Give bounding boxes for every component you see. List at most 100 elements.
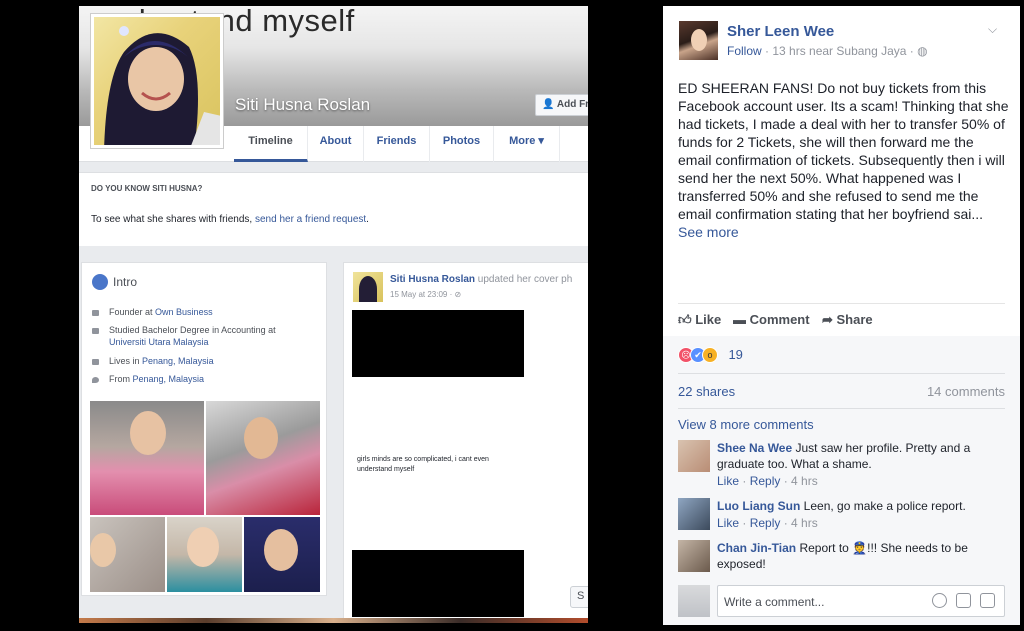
cover-preview-image[interactable]: girls minds are so complicated, i cant e… <box>352 310 524 617</box>
post-body: ED SHEERAN FANS! Do not buy tickets from… <box>678 79 1010 241</box>
home-icon <box>92 359 99 365</box>
photo-thumbnail[interactable] <box>244 517 320 592</box>
comment-icon: ▬ <box>733 312 750 327</box>
photo-thumbnail[interactable] <box>90 517 165 592</box>
know-text: To see what she shares with friends, sen… <box>91 214 369 225</box>
profile-picture[interactable] <box>91 14 223 148</box>
graduation-cap-icon <box>92 328 99 334</box>
comment-time[interactable]: · 4 hrs <box>784 474 818 488</box>
intro-studied-prefix: Studied Bachelor Degree in Accounting at <box>109 325 276 335</box>
share-label: Share <box>836 312 873 327</box>
facebook-post: Sher Leen Wee Follow · 13 hrs near Suban… <box>663 6 1020 625</box>
tab-more[interactable]: More ▾ <box>494 126 560 162</box>
view-more-comments-link[interactable]: View 8 more comments <box>678 417 814 432</box>
photo-face <box>90 533 116 567</box>
commenter-name[interactable]: Chan Jin-Tian <box>717 541 796 555</box>
intro-founder-prefix: Founder at <box>109 307 153 317</box>
shares-count[interactable]: 22 shares <box>678 384 735 399</box>
avatar-face <box>691 29 707 51</box>
scroll-fade <box>678 572 1008 584</box>
location-pin-icon <box>92 377 99 383</box>
friend-request-box: DO YOU KNOW SITI HUSNA? To see what she … <box>79 172 588 246</box>
scroll-button[interactable]: S <box>570 586 588 608</box>
post-header: Siti Husna Roslan updated her cover ph <box>390 274 572 285</box>
intro-lives: Lives in Penang, Malaysia <box>109 355 214 367</box>
add-friend-icon: 👤 <box>542 99 557 110</box>
intro-from-link[interactable]: Penang, Malaysia <box>133 374 205 384</box>
see-more-link[interactable]: See more <box>678 224 739 240</box>
camera-icon[interactable] <box>956 593 971 608</box>
cover-update-post: Siti Husna Roslan updated her cover ph 1… <box>343 262 588 623</box>
add-friend-button[interactable]: 👤 Add Fr <box>535 94 588 116</box>
comment-text: Chan Jin-Tian Report to 👮!!! She needs t… <box>717 540 1007 572</box>
comments-count[interactable]: 14 comments <box>927 384 1005 399</box>
commenter-avatar[interactable] <box>678 440 710 472</box>
comment-button[interactable]: ▬ Comment <box>733 312 810 327</box>
police-emoji-icon: 👮 <box>852 541 868 555</box>
avatar-figure <box>359 276 377 302</box>
divider <box>678 303 1005 304</box>
comment-text: Luo Liang Sun Leen, go make a police rep… <box>717 498 1007 514</box>
tab-timeline[interactable]: Timeline <box>234 126 308 162</box>
tab-about[interactable]: About <box>308 126 364 162</box>
commenter-name[interactable]: Shee Na Wee <box>717 441 792 455</box>
know-text-prefix: To see what she shares with friends, <box>91 214 253 225</box>
add-friend-label: Add Fr <box>556 99 588 110</box>
intro-founder-link[interactable]: Own Business <box>155 307 213 317</box>
post-author-avatar[interactable] <box>353 272 383 302</box>
divider <box>678 373 1005 374</box>
intro-studied: Studied Bachelor Degree in Accounting at… <box>109 324 319 348</box>
comment-reply-link[interactable]: Reply <box>750 516 781 530</box>
follow-link[interactable]: Follow <box>727 44 762 58</box>
intro-founder: Founder at Own Business <box>109 306 213 318</box>
current-user-avatar <box>678 585 710 617</box>
globe-icon <box>92 274 108 290</box>
briefcase-icon <box>92 310 99 316</box>
intro-lives-link[interactable]: Penang, Malaysia <box>142 356 214 366</box>
stage: understand myself Siti Husna Roslan 👤 Ad… <box>0 0 1024 631</box>
sticker-icon[interactable] <box>980 593 995 608</box>
post-author-avatar[interactable] <box>679 21 718 60</box>
wow-reaction-icon: o <box>702 346 718 363</box>
tab-photos[interactable]: Photos <box>430 126 494 162</box>
emoji-icon[interactable] <box>932 593 947 608</box>
comment-reply-link[interactable]: Reply <box>750 474 781 488</box>
reactions-summary[interactable]: ☹ ✔ o 19 <box>678 346 743 364</box>
reaction-count: 19 <box>728 347 743 363</box>
post-time[interactable]: · 13 hrs near Subang Jaya · ◍ <box>762 44 928 58</box>
comment-actions: Like · Reply · 4 hrs <box>717 474 818 488</box>
post-author-name[interactable]: Siti Husna Roslan <box>390 274 475 285</box>
profile-screenshot: understand myself Siti Husna Roslan 👤 Ad… <box>79 6 588 623</box>
preview-black-bar <box>352 550 524 617</box>
comment-label: Comment <box>749 312 810 327</box>
intro-title: Intro <box>113 275 138 289</box>
tab-friends[interactable]: Friends <box>364 126 430 162</box>
photo-thumbnail[interactable] <box>167 517 242 592</box>
chevron-down-icon[interactable]: ⌵ <box>988 22 997 37</box>
like-button[interactable]: 👍︎ Like <box>678 312 721 328</box>
share-button[interactable]: ➦ Share <box>822 312 873 328</box>
preview-black-bar <box>352 310 524 377</box>
profile-name[interactable]: Siti Husna Roslan <box>235 95 370 115</box>
commenter-avatar[interactable] <box>678 540 710 572</box>
post-text: ED SHEERAN FANS! Do not buy tickets from… <box>678 80 1009 222</box>
photo-face <box>187 527 219 567</box>
know-text-suffix: . <box>366 214 369 225</box>
divider <box>678 408 1005 409</box>
send-friend-request-link[interactable]: send her a friend request <box>255 214 366 225</box>
comment-like-link[interactable]: Like <box>717 516 739 530</box>
post-action: updated her cover ph <box>477 274 573 285</box>
comment-body: Leen, go make a police report. <box>803 499 966 513</box>
photo-thumbnail[interactable] <box>206 401 320 515</box>
thumbs-up-icon: 👍︎ <box>678 312 696 327</box>
intro-card: Intro Founder at Own Business Studied Ba… <box>81 262 327 596</box>
intro-studied-link[interactable]: Universiti Utara Malaysia <box>109 337 209 347</box>
post-author-name[interactable]: Sher Leen Wee <box>727 23 834 40</box>
like-label: Like <box>695 312 722 327</box>
commenter-name[interactable]: Luo Liang Sun <box>717 499 800 513</box>
comment-time[interactable]: · 4 hrs <box>784 516 818 530</box>
photo-thumbnail[interactable] <box>90 401 204 515</box>
commenter-avatar[interactable] <box>678 498 710 530</box>
post-date[interactable]: 15 May at 23:09 · ⊘ <box>390 290 461 299</box>
comment-like-link[interactable]: Like <box>717 474 739 488</box>
